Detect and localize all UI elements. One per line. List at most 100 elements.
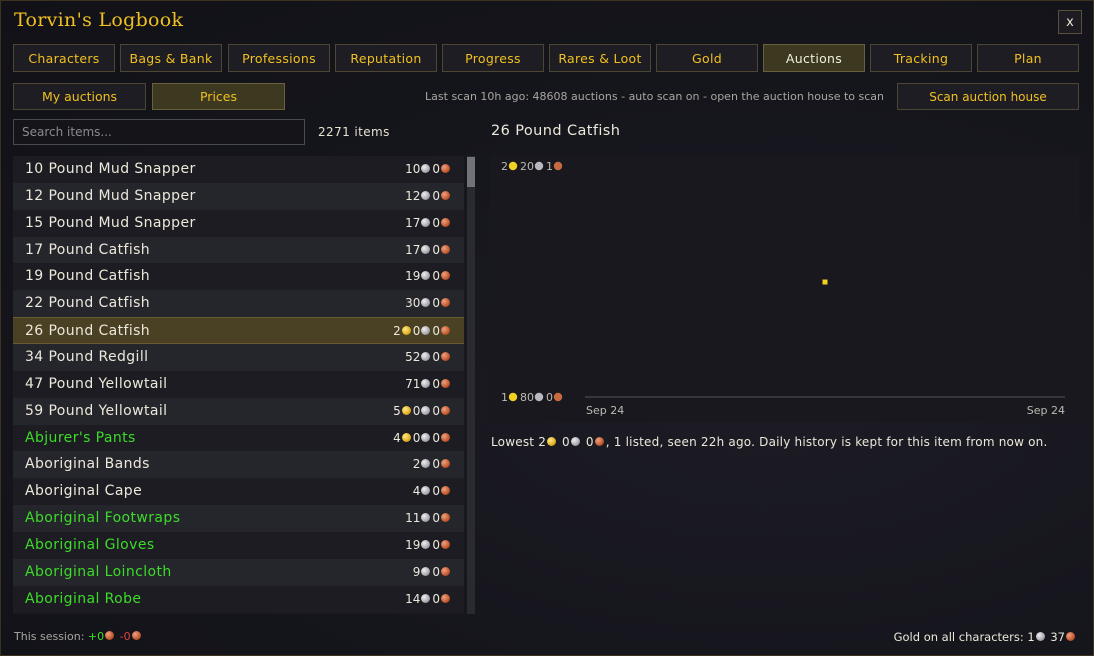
price-copper: 0: [432, 591, 440, 606]
tab-bags-bank[interactable]: Bags & Bank: [120, 44, 222, 72]
item-name: 47 Pound Yellowtail: [25, 375, 168, 392]
copper-coin-icon: [594, 437, 604, 446]
price-gold: 4: [393, 430, 401, 445]
item-price: 40: [413, 484, 452, 498]
silver-coin-icon: [421, 351, 431, 361]
x-tick-label-left: Sep 24: [586, 404, 624, 417]
item-count: 2271 items: [318, 125, 390, 139]
item-price: 14 0: [405, 592, 452, 606]
tab-auctions[interactable]: Auctions: [763, 44, 865, 72]
lowest-silver-value: 0: [562, 435, 570, 449]
price-silver: 0: [412, 430, 421, 445]
silver-coin-icon: [421, 593, 431, 603]
subtab-my-auctions[interactable]: My auctions: [13, 83, 146, 110]
item-price: 400: [393, 431, 452, 445]
session-gain: +0: [87, 630, 105, 643]
price-silver: 71: [405, 376, 421, 391]
item-name: Abjurer's Pants: [25, 429, 136, 446]
list-item[interactable]: Aboriginal Loincloth 9 0: [13, 558, 464, 586]
price-silver: 17: [405, 242, 421, 257]
item-price: 20: [413, 457, 452, 471]
item-name: 12 Pound Mud Snapper: [25, 187, 196, 204]
list-item[interactable]: Aboriginal Footwraps 11 0: [13, 505, 464, 533]
list-item[interactable]: 15 Pound Mud Snapper 17 0: [13, 209, 464, 237]
price-copper: 0: [432, 376, 440, 391]
item-list: 10 Pound Mud Snapper 10 0 12 Pound Mud Snap…: [13, 156, 464, 614]
copper-coin-icon: [441, 405, 450, 415]
price-copper: 0: [432, 296, 440, 311]
tab-progress[interactable]: Progress: [442, 44, 544, 72]
lowest-suffix: , 1 listed, seen 22h ago. Daily history …: [605, 435, 1048, 449]
item-name: 34 Pound Redgill: [25, 348, 149, 365]
y-bottom-label-silver-value: 80: [520, 391, 534, 404]
item-name: Aboriginal Robe: [25, 590, 142, 607]
list-item[interactable]: 47 Pound Yellowtail 71 0: [13, 370, 464, 398]
list-item[interactable]: Aboriginal Bands 2 0: [13, 451, 464, 479]
item-price: 500: [393, 404, 452, 418]
gold-all-copper: 37: [1050, 630, 1065, 644]
lowest-price-summary: Lowest 2 0 0 , 1 listed, seen 22h ago. Da…: [491, 435, 1047, 449]
silver-coin-icon: [421, 190, 431, 200]
price-copper: 0: [432, 564, 440, 579]
search-input[interactable]: [13, 119, 305, 145]
list-item[interactable]: 10 Pound Mud Snapper 10 0: [13, 156, 464, 183]
y-top-label-silver-value: 20: [520, 160, 534, 173]
copper-coin-icon: [441, 244, 450, 254]
session-summary: This session: +0 -0: [14, 630, 143, 643]
copper-coin-icon: [441, 271, 450, 281]
silver-coin-icon: [534, 161, 544, 171]
price-silver: 30: [405, 296, 421, 311]
list-item[interactable]: 22 Pound Catfish 30 0: [13, 290, 464, 318]
item-name: 59 Pound Yellowtail: [25, 402, 168, 419]
gold-coin-icon: [508, 392, 518, 402]
lowest-prefix: Lowest: [491, 435, 535, 449]
item-name: 26 Pound Catfish: [25, 323, 151, 340]
tab-rares-loot[interactable]: Rares & Loot: [549, 44, 651, 72]
gold-all-silver: 1: [1027, 630, 1035, 644]
tab-professions[interactable]: Professions: [228, 44, 330, 72]
list-item[interactable]: 17 Pound Catfish 17 0: [13, 236, 464, 264]
price-silver: 10: [405, 162, 421, 176]
silver-coin-icon: [421, 405, 431, 415]
item-price: 52 0: [405, 350, 452, 364]
item-name: Aboriginal Cape: [25, 483, 143, 500]
subtab-prices[interactable]: Prices: [152, 83, 285, 110]
tab-tracking[interactable]: Tracking: [870, 44, 972, 72]
item-price: 12 0: [405, 189, 452, 203]
copper-coin-icon: [105, 631, 115, 640]
price-copper: 0: [432, 430, 440, 445]
gold-coin-icon: [547, 437, 557, 446]
tab-gold[interactable]: Gold: [656, 44, 758, 72]
scan-auction-house-button[interactable]: Scan auction house: [897, 83, 1079, 110]
tab-characters[interactable]: Characters: [13, 44, 115, 72]
tab-reputation[interactable]: Reputation: [335, 44, 437, 72]
list-item[interactable]: Aboriginal Robe 14 0: [13, 585, 464, 613]
item-name: 17 Pound Catfish: [25, 241, 151, 258]
gold-all-label: Gold on all characters:: [893, 630, 1024, 644]
list-item[interactable]: 12 Pound Mud Snapper 12 0: [13, 182, 464, 210]
session-label: This session:: [14, 630, 85, 643]
list-item[interactable]: 59 Pound Yellowtail 5 0 0: [13, 397, 464, 425]
list-item[interactable]: 19 Pound Catfish 19 0: [13, 263, 464, 291]
item-name: 22 Pound Catfish: [25, 295, 151, 312]
list-item[interactable]: Aboriginal Gloves 19 0: [13, 531, 464, 559]
list-item[interactable]: 34 Pound Redgill 52 0: [13, 343, 464, 371]
silver-coin-icon: [534, 392, 544, 402]
close-button[interactable]: x: [1058, 10, 1082, 34]
list-item[interactable]: Abjurer's Pants 4 0 0: [13, 424, 464, 452]
list-item[interactable]: 26 Pound Catfish 2 0 0: [13, 317, 464, 345]
scrollbar-track[interactable]: [467, 156, 475, 614]
tab-plan[interactable]: Plan: [977, 44, 1079, 72]
scrollbar-thumb[interactable]: [467, 157, 475, 187]
price-chart-svg: 2 20 1 1 80 0 Sep 24 Sep 24: [501, 160, 1065, 417]
gold-all-characters: Gold on all characters: 1 37: [894, 630, 1077, 644]
logbook-window: Torvin's Logbook x Characters Bags & Bank…: [0, 0, 1094, 656]
silver-coin-icon: [421, 217, 431, 227]
copper-coin-icon: [131, 631, 141, 640]
gold-coin-icon: [401, 405, 411, 415]
copper-coin-icon: [441, 486, 450, 496]
price-silver: 4: [412, 484, 421, 499]
lowest-gold-value: 2: [538, 435, 547, 449]
list-item[interactable]: Aboriginal Cape 4 0: [13, 478, 464, 506]
price-silver: 14: [405, 591, 421, 606]
